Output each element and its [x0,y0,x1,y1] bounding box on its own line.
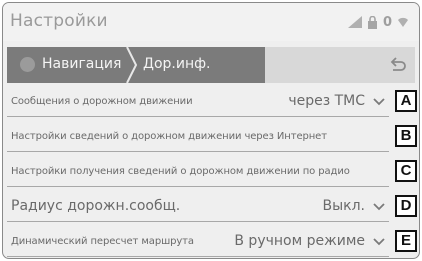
home-icon [20,57,35,72]
setting-label: Настройки сведений о дорожном движении ч… [11,131,327,142]
breadcrumb-label-traffic: Дор.инф. [143,56,211,72]
setting-label: Радиус дорожн.сообщ. [11,198,181,214]
status-icons: 0 [347,13,409,31]
setting-value: В ручном режиме [234,233,365,249]
setting-value: через TMC [288,93,365,109]
setting-label: Настройки получения сведений о дорожном … [11,166,350,177]
setting-value: Выкл. [322,198,365,214]
page-title: Настройки [10,11,108,31]
chevron-down-icon [373,238,385,246]
setting-row-radio-traffic[interactable]: Настройки получения сведений о дорожном … [7,157,417,187]
screen-frame: Настройки 0 Навигация Дор.инф. Сообщения… [2,2,420,259]
back-arrow-icon [390,57,406,71]
title-bar: Настройки 0 [3,3,419,41]
callout-label: B [395,125,417,147]
breadcrumb-separator-icon [126,47,138,83]
setting-row-dynamic-reroute[interactable]: Динамический пересчет маршрута В ручном … [7,227,417,257]
setting-row-traffic-messages[interactable]: Сообщения о дорожном движении через TMC … [7,87,417,117]
lock-icon [367,15,378,29]
wifi-icon [397,16,409,28]
chevron-down-icon [373,98,385,106]
setting-label: Сообщения о дорожном движении [11,96,193,107]
status-count: 0 [382,14,392,30]
navigation-bar: Навигация Дор.инф. [7,47,415,83]
setting-label: Динамический пересчет маршрута [11,236,194,247]
callout-label: D [395,195,417,217]
settings-list: Сообщения о дорожном движении через TMC … [7,87,417,258]
back-button[interactable] [385,54,409,76]
callout-label: E [395,230,417,252]
signal-icon [347,16,362,28]
breadcrumb: Навигация Дор.инф. [7,47,265,83]
setting-row-internet-traffic[interactable]: Настройки сведений о дорожном движении ч… [7,122,417,152]
callout-label: A [395,90,417,112]
callout-label: C [395,160,417,182]
setting-row-traffic-radius[interactable]: Радиус дорожн.сообщ. Выкл. D [7,192,417,222]
chevron-down-icon [373,203,385,211]
breadcrumb-label-navigation: Навигация [42,56,122,72]
